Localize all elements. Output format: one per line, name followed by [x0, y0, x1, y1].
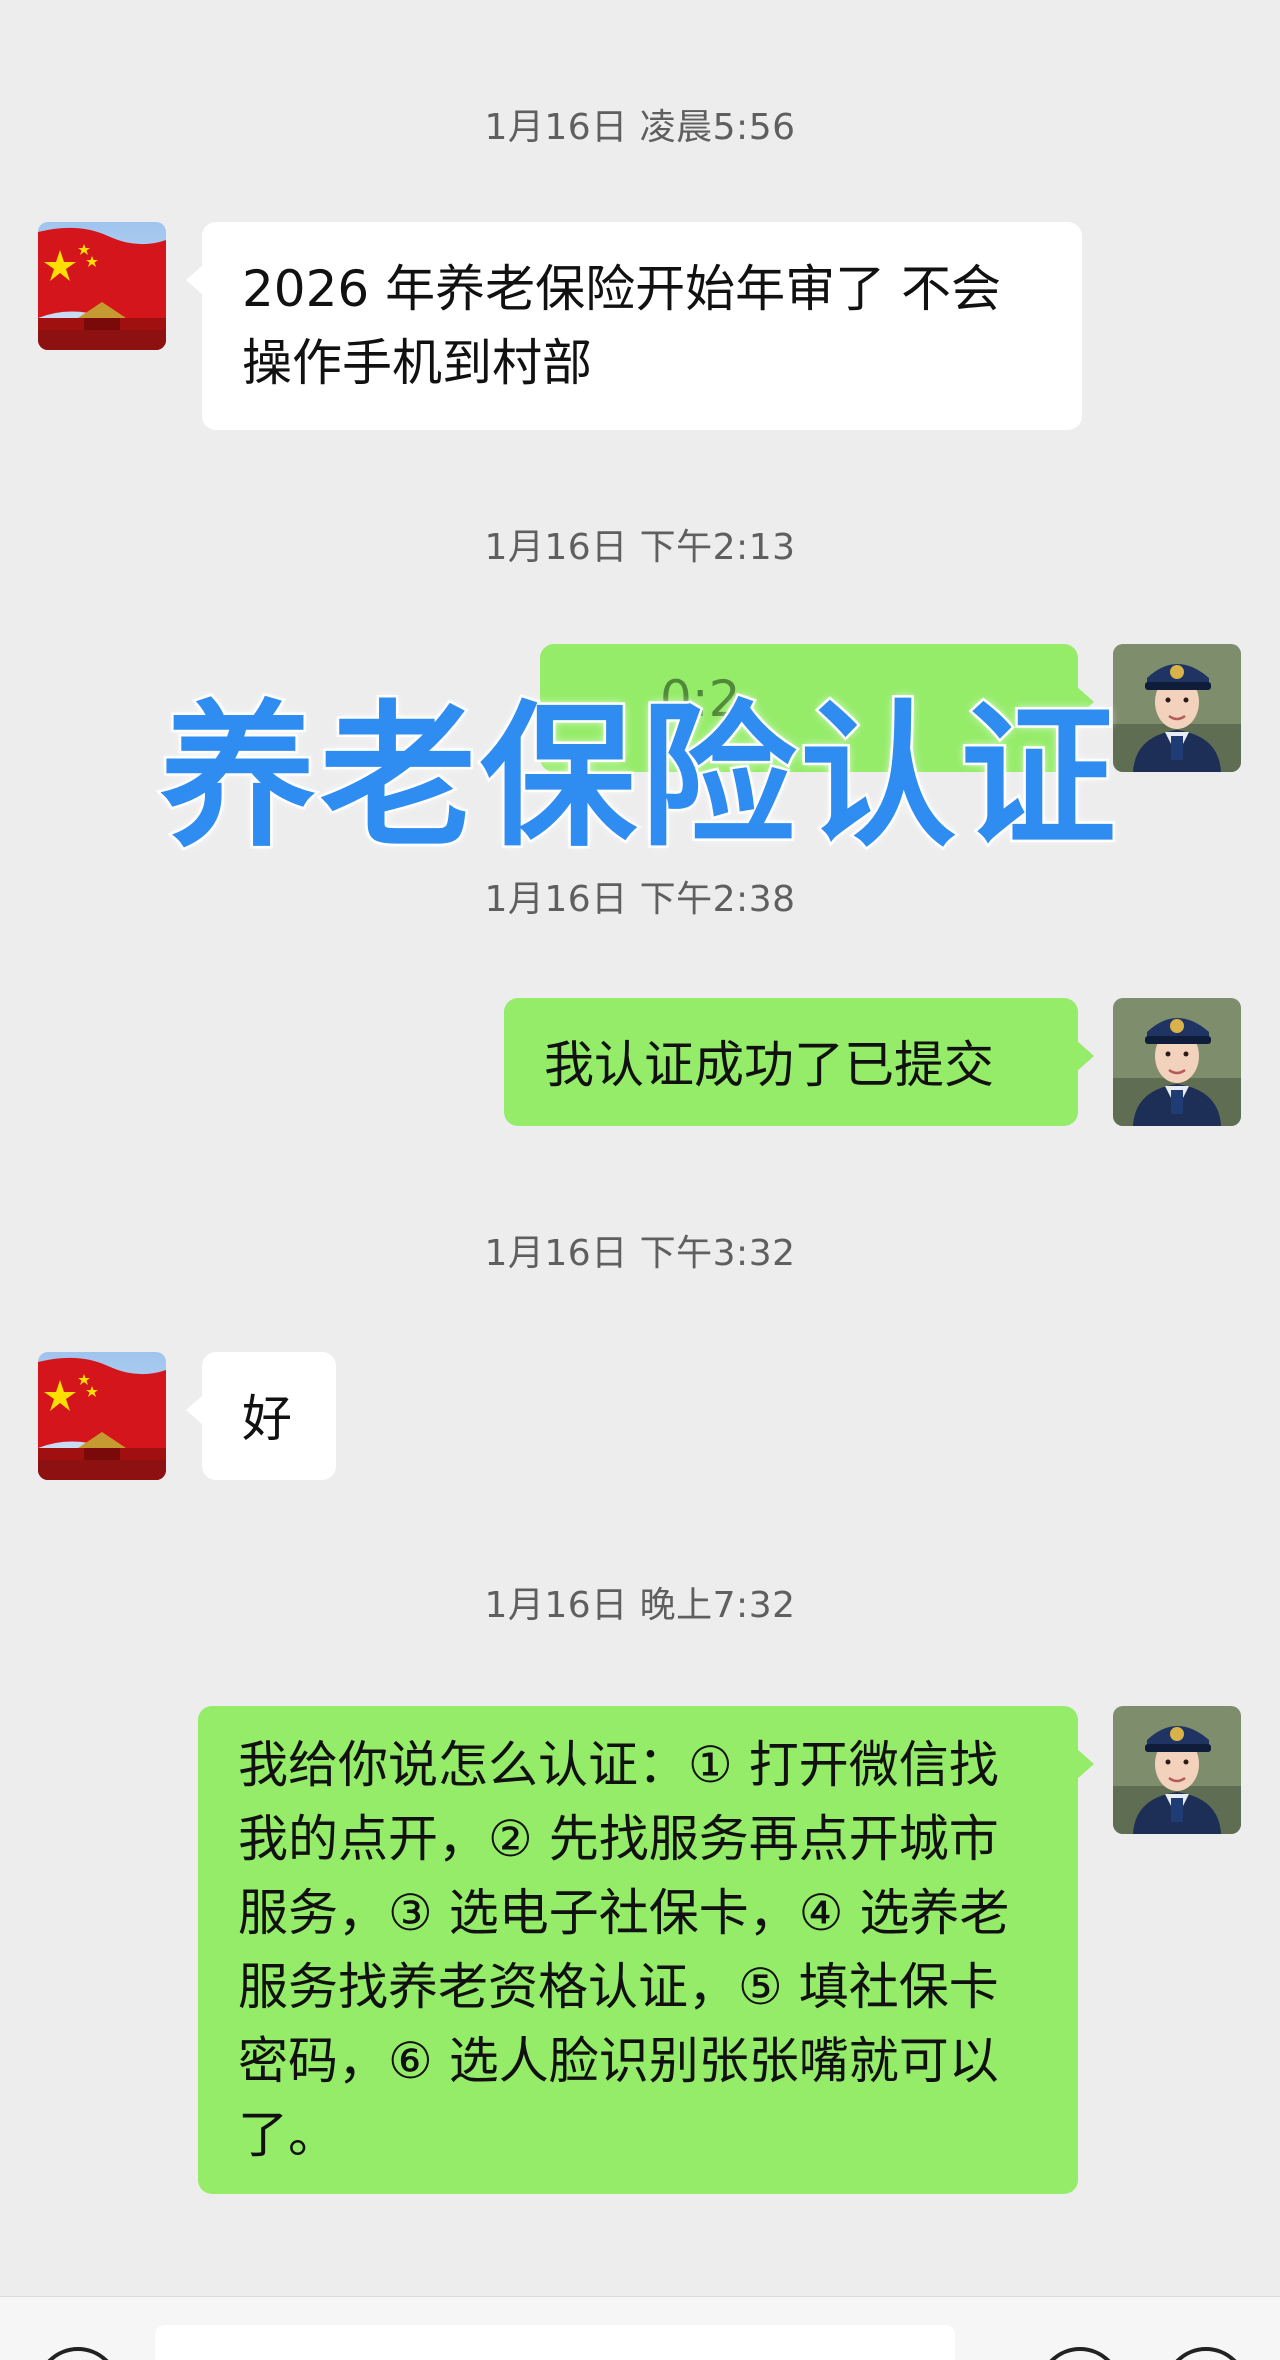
contact-avatar[interactable]	[38, 222, 166, 350]
message-bubble-outgoing[interactable]: 我给你说怎么认证：① 打开微信找我的点开，② 先找服务再点开城市服务，③ 选电子…	[198, 1706, 1094, 2194]
user-avatar[interactable]	[1113, 1706, 1241, 1834]
uniformed-woman-avatar-icon	[1113, 1706, 1241, 1834]
message-input[interactable]	[155, 2325, 955, 2360]
message-bubble-incoming[interactable]: 2026 年养老保险开始年审了 不会操作手机到村部	[186, 222, 1082, 430]
flag-tiananmen-avatar-icon	[38, 222, 166, 350]
overlay-title: 养老保险认证	[158, 684, 1120, 871]
message-bubble-incoming[interactable]: 好	[186, 1352, 336, 1480]
contact-avatar[interactable]	[38, 1352, 166, 1480]
timestamp: 1月16日 下午3:32	[484, 1233, 796, 1274]
timestamp: 1月16日 下午2:13	[484, 527, 796, 568]
message-bubble-outgoing[interactable]: 我认证成功了已提交	[504, 998, 1094, 1126]
uniformed-woman-avatar-icon	[1113, 998, 1241, 1126]
voice-input-icon[interactable]	[36, 2347, 120, 2360]
plus-icon[interactable]	[1164, 2347, 1248, 2360]
user-avatar[interactable]	[1113, 998, 1241, 1126]
emoji-icon[interactable]	[1038, 2347, 1122, 2360]
timestamp: 1月16日 凌晨5:56	[484, 107, 796, 148]
timestamp: 1月16日 晚上7:32	[484, 1585, 796, 1626]
timestamp: 1月16日 下午2:38	[484, 879, 796, 920]
flag-tiananmen-avatar-icon	[38, 1352, 166, 1480]
chat-input-bar	[0, 2296, 1280, 2360]
chat-screen: 1月16日 凌晨5:56 2026 年养老保险开始年审了 不会操作手机到村部 1…	[0, 0, 1280, 2360]
